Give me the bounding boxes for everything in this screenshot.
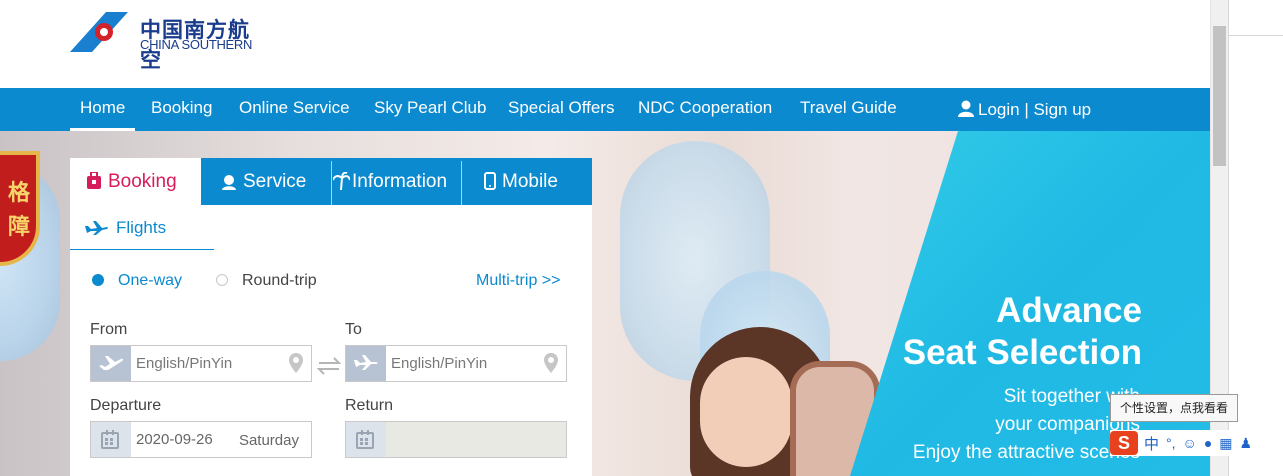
nav-item-booking[interactable]: Booking xyxy=(151,88,212,131)
multi-trip-link[interactable]: Multi-trip >> xyxy=(476,272,560,290)
sogou-logo-icon[interactable]: S xyxy=(1110,431,1138,455)
airplane-icon xyxy=(85,221,108,235)
page: 中国南方航空 CHINA SOUTHERN Home Booking Onlin… xyxy=(0,0,1283,476)
tab-information-label: Information xyxy=(352,171,448,192)
radio-one-way[interactable]: One-way xyxy=(92,272,182,290)
nav-item-home[interactable]: Home xyxy=(70,88,136,131)
to-label: To xyxy=(345,321,362,338)
departure-calendar-box xyxy=(91,422,131,457)
nav-item-ndc-cooperation[interactable]: NDC Cooperation xyxy=(638,88,772,131)
promo-subtitle-line3: Enjoy the attractive scenes xyxy=(912,442,1140,463)
tab-mobile-label: Mobile xyxy=(502,171,558,192)
nav-item-travel-guide[interactable]: Travel Guide xyxy=(800,88,897,131)
punctuation-icon[interactable]: °, xyxy=(1166,435,1176,451)
nav-item-special-offers[interactable]: Special Offers xyxy=(508,88,614,131)
emoji-icon[interactable]: ☺ xyxy=(1183,435,1197,451)
china-southern-logo[interactable]: 中国南方航空 CHINA SOUTHERN xyxy=(70,12,270,72)
bag-icon xyxy=(87,171,101,189)
to-placeholder: English/PinYin xyxy=(391,355,488,372)
swap-arrows-icon[interactable] xyxy=(317,356,341,376)
radio-dot-selected xyxy=(92,274,104,286)
from-field-icon-box xyxy=(91,346,131,381)
tab-booking-label: Booking xyxy=(108,171,177,192)
ime-mode-toggle[interactable]: 中 xyxy=(1144,433,1159,454)
departure-date-value: 2020-09-26 xyxy=(136,431,213,448)
location-pin-icon xyxy=(289,353,303,373)
logo-english-text: CHINA SOUTHERN xyxy=(140,37,253,52)
promo-title-line1: Advance xyxy=(996,291,1142,330)
user-icon xyxy=(958,100,974,117)
scrollbar-thumb[interactable] xyxy=(1213,26,1226,166)
ime-toolbar: S 中 °, ☺ ● ▦ ♟ xyxy=(1110,430,1283,456)
login-signup-link[interactable]: Login | Sign up xyxy=(958,88,1091,131)
mobile-phone-icon xyxy=(484,172,496,190)
subtab-flights[interactable]: Flights xyxy=(70,205,214,250)
booking-tabs: Booking Service Information Mobile xyxy=(70,158,592,205)
badge-text-line2: 障 xyxy=(7,215,30,240)
radio-dot-unselected xyxy=(216,274,228,286)
return-label: Return xyxy=(345,397,394,414)
to-field-icon-box xyxy=(346,346,386,381)
landing-plane-icon xyxy=(354,355,378,370)
microphone-icon[interactable]: ● xyxy=(1204,435,1212,451)
departure-date-field[interactable]: 2020-09-26 Saturday xyxy=(90,421,312,458)
tab-mobile[interactable]: Mobile xyxy=(484,158,558,205)
palm-tree-icon xyxy=(332,171,351,191)
keyboard-icon[interactable]: ▦ xyxy=(1219,435,1232,452)
badge-text-line1: 格 xyxy=(7,181,30,206)
booking-panel: Booking Service Information Mobile Fligh… xyxy=(70,158,592,476)
passenger-face xyxy=(700,357,792,467)
tab-booking[interactable]: Booking xyxy=(70,158,201,205)
nav-item-sky-pearl-club[interactable]: Sky Pearl Club xyxy=(374,88,486,131)
tab-service[interactable]: Service xyxy=(221,158,306,205)
from-label: From xyxy=(90,321,128,338)
location-pin-icon xyxy=(544,353,558,373)
site-header: 中国南方航空 CHINA SOUTHERN xyxy=(0,0,1210,88)
to-field[interactable]: English/PinYin xyxy=(345,345,567,382)
return-date-field[interactable] xyxy=(345,421,567,458)
divider xyxy=(1229,35,1283,36)
tab-divider xyxy=(331,161,332,205)
user-skin-icon[interactable]: ♟ xyxy=(1240,435,1253,452)
service-agent-icon xyxy=(222,175,236,190)
calendar-icon xyxy=(101,430,119,449)
promo-title-line2: Seat Selection xyxy=(902,333,1142,372)
departure-label: Departure xyxy=(90,397,162,414)
nav-item-online-service[interactable]: Online Service xyxy=(239,88,350,131)
from-field[interactable]: English/PinYin xyxy=(90,345,312,382)
departure-day-value: Saturday xyxy=(238,432,299,449)
tab-divider xyxy=(461,161,462,205)
calendar-icon xyxy=(356,430,374,449)
radio-one-way-label: One-way xyxy=(118,272,183,289)
return-calendar-box xyxy=(346,422,386,457)
subtab-flights-label: Flights xyxy=(116,218,167,237)
ime-tooltip[interactable]: 个性设置，点我看看 xyxy=(1110,394,1238,422)
main-nav: Home Booking Online Service Sky Pearl Cl… xyxy=(0,88,1210,131)
radio-round-trip[interactable]: Round-trip xyxy=(216,272,317,290)
tab-service-label: Service xyxy=(243,171,307,192)
radio-round-trip-label: Round-trip xyxy=(242,272,317,289)
from-placeholder: English/PinYin xyxy=(136,355,233,372)
takeoff-plane-icon xyxy=(99,356,124,370)
tab-information[interactable]: Information xyxy=(332,158,448,205)
login-signup-label: Login | Sign up xyxy=(978,100,1092,119)
kapok-flower-icon xyxy=(70,12,128,52)
